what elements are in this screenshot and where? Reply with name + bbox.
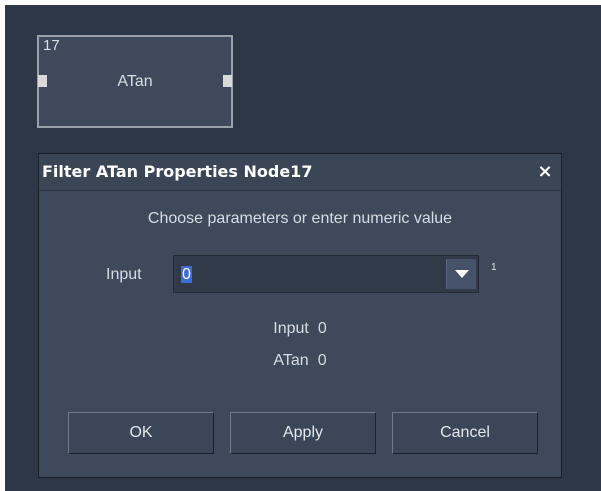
node-output-pin[interactable] (223, 75, 232, 87)
value-number: 0 (317, 352, 327, 369)
input-value-field[interactable]: 0 (181, 266, 192, 283)
properties-dialog: Filter ATan Properties Node17 × Choose p… (38, 153, 562, 478)
apply-button[interactable]: Apply (230, 412, 376, 454)
dropdown-button[interactable] (446, 259, 476, 289)
input-label: Input (106, 266, 142, 283)
input-combobox[interactable]: 0 (173, 255, 479, 293)
close-button[interactable]: × (537, 163, 553, 181)
ok-button[interactable]: OK (68, 412, 214, 454)
dialog-title: Filter ATan Properties Node17 (42, 162, 313, 181)
instruction-text: Choose parameters or enter numeric value (147, 210, 453, 227)
cancel-button[interactable]: Cancel (392, 412, 538, 454)
value-label: ATan (273, 352, 309, 369)
value-label: Input (273, 320, 309, 337)
node-id-label: 17 (43, 37, 60, 54)
value-row-input: Input 0 (39, 320, 561, 338)
value-row-atan: ATan 0 (39, 352, 561, 370)
patch-canvas[interactable]: 17 ATan Filter ATan Properties Node17 × … (5, 5, 601, 491)
close-icon: × (537, 161, 553, 182)
input-superscript: 1 (491, 262, 497, 273)
node-title: ATan (117, 73, 153, 90)
dialog-titlebar[interactable]: Filter ATan Properties Node17 × (39, 154, 561, 191)
atan-node[interactable]: 17 ATan (37, 35, 233, 128)
value-number: 0 (317, 320, 327, 337)
chevron-down-icon (454, 269, 469, 278)
